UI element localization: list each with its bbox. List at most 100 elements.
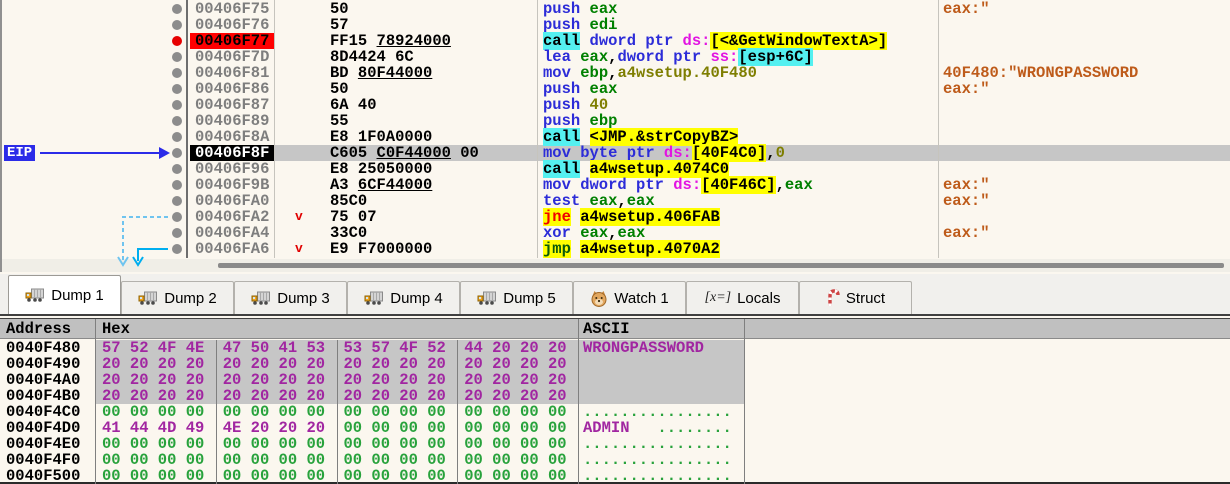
tab-label: Struct <box>846 290 885 307</box>
instruction-text: jmp a4wsetup.4070A2 <box>543 241 720 257</box>
instruction-bytes: 6A 40 <box>330 97 377 113</box>
hex-byte-group: 20 20 20 20 <box>458 372 578 388</box>
ascii-text: WRONGPASSWORD <box>579 340 744 356</box>
hex-byte-group: 20 20 20 20 <box>217 388 338 404</box>
address-cell: 00406F7D <box>190 49 274 65</box>
bytes-column-separator <box>537 0 538 258</box>
ascii-text <box>579 388 744 404</box>
hex-byte-group: 20 20 20 20 <box>338 356 459 372</box>
address-cell: 00406FA6 <box>190 241 274 257</box>
dump-row[interactable]: 0040F4D041 44 4D 494E 20 20 2000 00 00 0… <box>0 420 1230 436</box>
tab-struct[interactable]: Struct <box>799 281 912 314</box>
hex-byte-group: 00 00 00 00 <box>338 452 459 468</box>
hex-byte-group: 53 57 4F 52 <box>338 340 459 356</box>
dump-address: 0040F4E0 <box>0 436 95 452</box>
dump-truck-icon <box>251 290 271 306</box>
instruction-text: push 40 <box>543 97 608 113</box>
ascii-text: ................ <box>579 436 744 452</box>
jump-arrow-gutter: EIP <box>0 0 190 272</box>
tab-dump-5[interactable]: Dump 5 <box>460 281 573 314</box>
instruction-text: xor eax,eax <box>543 225 645 241</box>
eip-arrowhead <box>159 147 170 159</box>
instruction-bytes: E8 1F0A0000 <box>330 129 432 145</box>
scrollbar-thumb[interactable] <box>218 263 1224 268</box>
address-cell: 00406F8A <box>190 129 274 145</box>
ascii-text <box>579 356 744 372</box>
address-cell: 00406F89 <box>190 113 274 129</box>
hex-byte-group: 20 20 20 20 <box>217 372 338 388</box>
instruction-text: push eax <box>543 81 617 97</box>
header-address: Address <box>6 319 71 339</box>
jump-down-icon: v <box>295 209 303 225</box>
instruction-bytes: 57 <box>330 17 349 33</box>
hex-byte-group: 00 00 00 00 <box>338 420 459 436</box>
hex-bytes: 20 20 20 2020 20 20 2020 20 20 2020 20 2… <box>96 372 578 388</box>
address-cell: 00406FA2 <box>190 209 274 225</box>
eip-register-label: EIP <box>4 145 35 161</box>
header-ascii: ASCII <box>583 319 630 339</box>
dump-address: 0040F500 <box>0 468 95 484</box>
hex-byte-group: 44 20 20 20 <box>458 340 578 356</box>
instruction-text: call <JMP.&strCopyBZ> <box>543 129 738 145</box>
instruction-text: mov byte ptr ds:[40F4C0],0 <box>543 145 785 161</box>
comment-text: eax:" <box>943 1 990 17</box>
hex-bytes: 00 00 00 0000 00 00 0000 00 00 0000 00 0… <box>96 404 578 420</box>
dump-row[interactable]: 0040F4B020 20 20 2020 20 20 2020 20 20 2… <box>0 388 1230 404</box>
hex-byte-group: 00 00 00 00 <box>458 404 578 420</box>
x-equals-icon: [x=] <box>705 290 732 306</box>
tab-dump-2[interactable]: Dump 2 <box>121 281 234 314</box>
tab-locals[interactable]: [x=]Locals <box>686 281 799 314</box>
tab-dump-3[interactable]: Dump 3 <box>234 281 347 314</box>
hex-bytes: 00 00 00 0000 00 00 0000 00 00 0000 00 0… <box>96 452 578 468</box>
tab-dump-1[interactable]: Dump 1 <box>8 275 121 314</box>
hex-byte-group: 00 00 00 00 <box>458 436 578 452</box>
tab-label: Dump 1 <box>51 287 104 304</box>
tab-label: Dump 4 <box>390 290 443 307</box>
instruction-text: mov dword ptr ds:[40F46C],eax <box>543 177 813 193</box>
tab-watch-1[interactable]: Watch 1 <box>573 281 686 314</box>
hex-bytes: 00 00 00 0000 00 00 0000 00 00 0000 00 0… <box>96 468 578 484</box>
hex-byte-group: 00 00 00 00 <box>217 452 338 468</box>
ascii-text <box>579 372 744 388</box>
dump-address-separator <box>95 319 96 484</box>
dump-truck-icon <box>364 290 384 306</box>
instruction-bytes: A3 6CF44000 <box>330 177 432 193</box>
address-cell: 00406F75 <box>190 1 274 17</box>
instruction-bytes: 55 <box>330 113 349 129</box>
hex-bytes: 20 20 20 2020 20 20 2020 20 20 2020 20 2… <box>96 356 578 372</box>
dump-truck-icon <box>477 290 497 306</box>
address-cell: 00406FA0 <box>190 193 274 209</box>
ascii-text: ................ <box>579 452 744 468</box>
dump-row[interactable]: 0040F4A020 20 20 2020 20 20 2020 20 20 2… <box>0 372 1230 388</box>
dump-table-header: Address Hex ASCII <box>0 319 1230 339</box>
tab-dump-4[interactable]: Dump 4 <box>347 281 460 314</box>
hex-byte-group: 20 20 20 20 <box>96 356 217 372</box>
hex-byte-group: 00 00 00 00 <box>96 404 217 420</box>
hex-byte-group: 00 00 00 00 <box>96 436 217 452</box>
dump-row[interactable]: 0040F50000 00 00 0000 00 00 0000 00 00 0… <box>0 468 1230 484</box>
dump-row[interactable]: 0040F4C000 00 00 0000 00 00 0000 00 00 0… <box>0 404 1230 420</box>
instruction-text: jne a4wsetup.406FAB <box>543 209 720 225</box>
address-cell: 00406F87 <box>190 97 274 113</box>
hex-byte-group: 00 00 00 00 <box>458 468 578 484</box>
dump-row[interactable]: 0040F49020 20 20 2020 20 20 2020 20 20 2… <box>0 356 1230 372</box>
hex-byte-group: 00 00 00 00 <box>338 436 459 452</box>
disasm-column-separator <box>938 0 939 258</box>
instruction-bytes: 8D4424 6C <box>330 49 414 65</box>
hex-byte-group: 00 00 00 00 <box>458 452 578 468</box>
instruction-bytes: E9 F7000000 <box>330 241 432 257</box>
address-column-separator <box>274 0 275 258</box>
dump-address: 0040F4F0 <box>0 452 95 468</box>
hex-bytes: 00 00 00 0000 00 00 0000 00 00 0000 00 0… <box>96 436 578 452</box>
hex-byte-group: 57 52 4F 4E <box>96 340 217 356</box>
address-cell: 00406FA4 <box>190 225 274 241</box>
hex-byte-group: 00 00 00 00 <box>96 452 217 468</box>
dump-row[interactable]: 0040F4E000 00 00 0000 00 00 0000 00 00 0… <box>0 436 1230 452</box>
address-cell: 00406F86 <box>190 81 274 97</box>
tab-label: Dump 5 <box>503 290 556 307</box>
dump-row[interactable]: 0040F48057 52 4F 4E47 50 41 5353 57 4F 5… <box>0 340 1230 356</box>
dump-address: 0040F4C0 <box>0 404 95 420</box>
hex-byte-group: 20 20 20 20 <box>96 388 217 404</box>
hex-byte-group: 20 20 20 20 <box>217 356 338 372</box>
dump-row[interactable]: 0040F4F000 00 00 0000 00 00 0000 00 00 0… <box>0 452 1230 468</box>
